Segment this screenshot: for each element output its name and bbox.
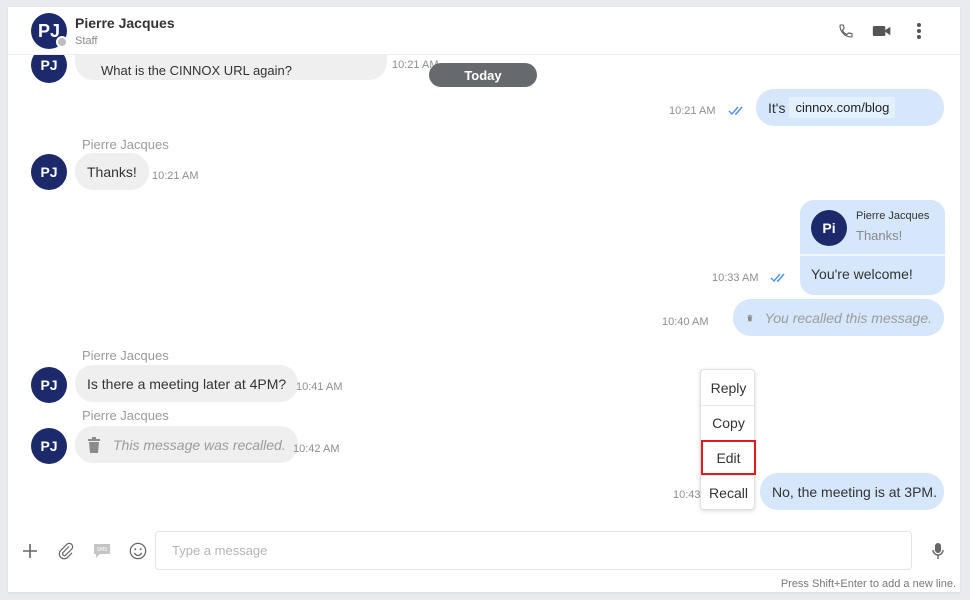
message-time: 10:21 AM [669, 105, 716, 117]
sender-name: Pierre Jacques [82, 408, 169, 423]
message-time: 10:42 AM [293, 443, 340, 455]
plus-icon[interactable] [19, 540, 41, 562]
menu-item-recall[interactable]: Recall [701, 475, 756, 510]
message-text: You're welcome! [811, 266, 913, 282]
recalled-outgoing-bubble[interactable]: You recalled this message. [733, 299, 944, 336]
trash-icon [88, 436, 100, 453]
message-text: Is there a meeting later at 4PM? [87, 375, 287, 392]
message-text: No, the meeting is at 3PM. [772, 483, 937, 500]
more-vertical-icon[interactable] [909, 21, 929, 41]
recalled-incoming-bubble[interactable]: This message was recalled. [75, 426, 298, 463]
presence-status-dot [56, 36, 68, 48]
video-camera-icon[interactable] [872, 21, 892, 41]
read-ticks-icon [770, 273, 785, 283]
outgoing-message-bubble[interactable]: It's cinnox.com/blog [756, 89, 944, 126]
message-time: 10:33 AM [712, 272, 759, 284]
outgoing-reply-bubble[interactable]: Pi Pierre Jacques Thanks! You're welcome… [800, 200, 945, 295]
paperclip-icon[interactable] [55, 540, 77, 562]
chat-window: PJ Pierre Jacques Staff PJ What is the C… [8, 7, 960, 592]
sender-avatar: PJ [31, 367, 67, 403]
svg-text:SMS: SMS [97, 547, 108, 553]
sender-name: Pierre Jacques [82, 137, 169, 152]
message-input[interactable] [155, 531, 912, 570]
emoji-icon[interactable] [127, 540, 149, 562]
contact-role: Staff [75, 35, 98, 47]
incoming-message-bubble[interactable]: Thanks! [75, 153, 149, 190]
message-context-menu: Reply Copy Edit Recall [700, 369, 756, 510]
message-time: 10:43 [673, 489, 701, 501]
sender-avatar: PJ [31, 428, 67, 464]
composer-hint: Press Shift+Enter to add a new line. [780, 578, 956, 590]
message-text: Thanks! [87, 163, 137, 180]
quote-text: Thanks! [856, 228, 903, 243]
microphone-icon[interactable] [927, 540, 949, 562]
sms-icon[interactable]: SMS [91, 540, 113, 562]
read-ticks-icon [728, 106, 743, 116]
menu-item-edit[interactable]: Edit [701, 440, 756, 475]
quote-avatar: Pi [811, 210, 847, 246]
trash-icon [747, 314, 753, 321]
message-time: 10:40 AM [662, 316, 709, 328]
chat-header: PJ Pierre Jacques Staff [8, 7, 960, 55]
incoming-message-bubble[interactable]: Is there a meeting later at 4PM? [75, 365, 299, 402]
message-text: What is the CINNOX URL again? [101, 63, 292, 78]
menu-item-reply[interactable]: Reply [701, 370, 756, 405]
message-time: 10:21 AM [152, 170, 199, 182]
outgoing-message-bubble[interactable]: No, the meeting is at 3PM. [760, 473, 944, 510]
message-text-prefix: It's [768, 99, 786, 116]
sender-name: Pierre Jacques [82, 348, 169, 363]
phone-icon[interactable] [836, 21, 856, 41]
menu-item-copy[interactable]: Copy [701, 405, 756, 440]
message-link[interactable]: cinnox.com/blog [789, 97, 896, 118]
quote-sender: Pierre Jacques [856, 210, 930, 222]
message-time: 10:41 AM [296, 381, 343, 393]
quoted-message[interactable]: Pi Pierre Jacques Thanks! [800, 200, 945, 256]
contact-name[interactable]: Pierre Jacques [75, 15, 175, 31]
date-divider-today: Today [429, 63, 537, 87]
recalled-text: This message was recalled. [113, 436, 286, 453]
recalled-text: You recalled this message. [764, 309, 932, 326]
sender-avatar: PJ [31, 154, 67, 190]
